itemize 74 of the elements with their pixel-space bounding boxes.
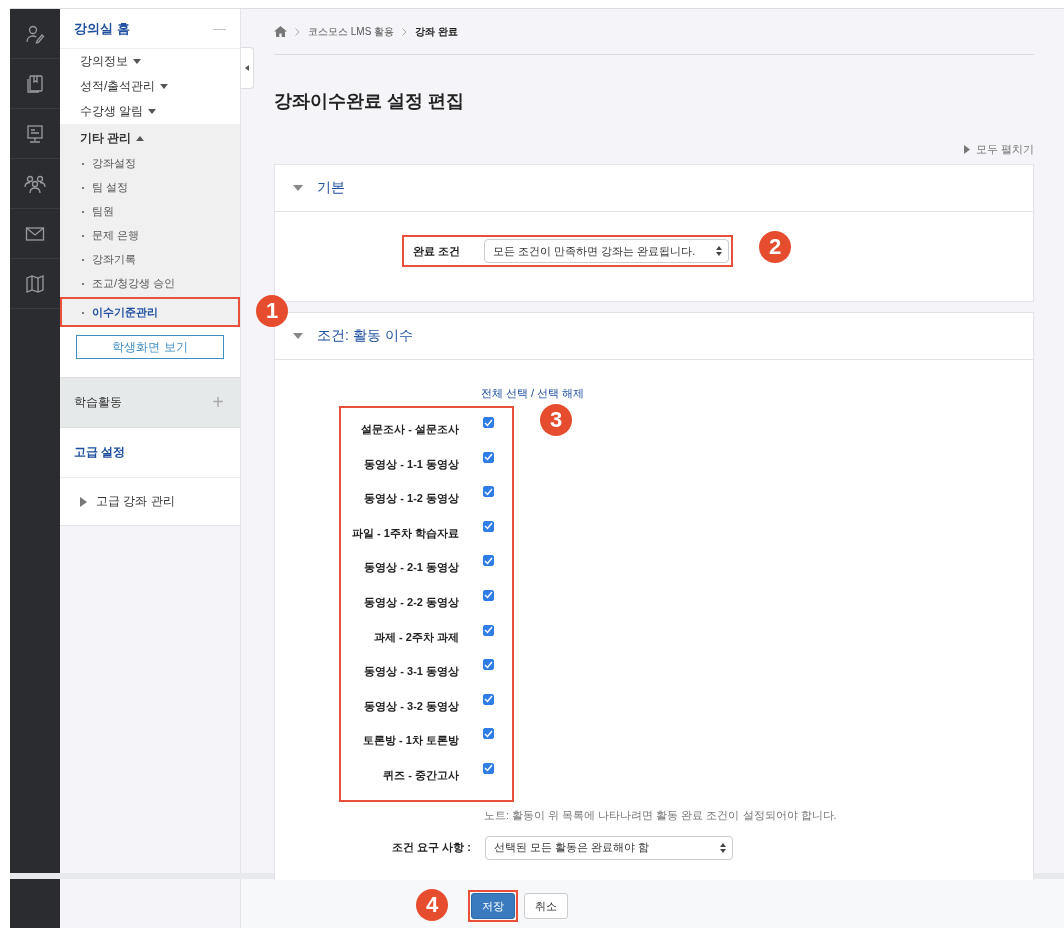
note-text: 노트: 활동이 위 목록에 나타나려면 활동 완료 조건이 설정되어야 합니다. — [483, 807, 838, 823]
activity-checkbox[interactable] — [483, 624, 494, 636]
cancel-button[interactable]: 취소 — [524, 893, 568, 919]
activity-checkbox[interactable] — [483, 589, 494, 601]
section-label[interactable]: 학습활동 — [74, 394, 122, 411]
menu-item[interactable]: 기타 관리 — [60, 124, 240, 151]
select-all-link[interactable]: 전체 선택 / 선택 해제 — [481, 387, 585, 399]
activity-checkbox[interactable] — [483, 693, 494, 705]
chevron-icon — [402, 27, 408, 36]
activity-label: 동영상 - 2-1 동영상 — [363, 560, 459, 576]
caret-icon — [293, 185, 303, 191]
activity-checkbox[interactable] — [483, 728, 494, 740]
field-label: 완료 조건 — [413, 243, 461, 259]
activity-label: 설문조사 - 설문조사 — [360, 422, 459, 437]
student-view-button[interactable]: 학생화면 보기 — [76, 335, 224, 359]
callout-number: 4 — [416, 889, 448, 921]
submenu-item[interactable]: 팀 설정 — [60, 175, 240, 199]
sidebar-title[interactable]: 강의실 홈 — [74, 19, 130, 38]
activity-label: 과제 - 2주차 과제 — [373, 629, 459, 645]
caret-icon — [133, 59, 141, 64]
activity-label: 토론방 - 1차 토론방 — [362, 733, 459, 749]
submenu-item[interactable]: 이수기준관리 — [62, 299, 238, 325]
activity-checkbox[interactable] — [483, 762, 494, 774]
activity-checkbox[interactable] — [483, 486, 494, 498]
activity-label: 동영상 - 2-2 동영상 — [363, 594, 459, 610]
book-icon[interactable] — [25, 73, 45, 94]
callout-number: 3 — [540, 404, 572, 436]
submenu-item[interactable]: 조교/청강생 승인 — [60, 271, 240, 295]
page-title: 강좌이수완료 설정 편집 — [274, 90, 465, 113]
activity-checkbox[interactable] — [483, 417, 494, 428]
submenu-item[interactable]: 팀원 — [60, 199, 240, 223]
callout-number: 2 — [759, 231, 792, 263]
presentation-icon[interactable] — [25, 123, 45, 144]
activity-checkbox[interactable] — [483, 659, 494, 671]
activity-label: 동영상 - 1-2 동영상 — [363, 491, 459, 507]
caret-icon — [136, 136, 145, 141]
submenu-item[interactable]: 강좌기록 — [60, 247, 240, 271]
home-icon[interactable] — [274, 26, 287, 37]
activity-checkbox[interactable] — [483, 555, 494, 567]
activity-label: 동영상 - 3-1 동영상 — [363, 664, 459, 680]
activity-label: 파일 - 1주차 학습자료 — [351, 525, 459, 541]
caret-icon — [160, 84, 169, 89]
caret-icon — [293, 333, 303, 339]
caret-icon — [963, 144, 970, 154]
select-arrows-icon — [716, 246, 723, 256]
menu-item[interactable]: 고급 강좌 관리 — [60, 478, 240, 526]
drawer-toggle[interactable] — [241, 47, 254, 89]
menu-item[interactable]: 성적/출석관리 — [60, 74, 240, 99]
menu-item[interactable]: 수강생 알림 — [60, 99, 240, 124]
submenu-item[interactable]: 강좌설정 — [60, 151, 240, 175]
completion-select[interactable]: 모든 조건이 만족하면 강좌는 완료됩니다. — [484, 239, 730, 263]
activity-label: 퀴즈 - 중간고사 — [382, 767, 459, 783]
activity-checkbox[interactable] — [483, 520, 494, 532]
field-label: 조건 요구 사항 : — [391, 840, 471, 856]
map-icon[interactable] — [25, 274, 45, 293]
mail-icon[interactable] — [25, 225, 45, 242]
select-arrows-icon — [720, 842, 726, 853]
activity-checkbox[interactable] — [483, 451, 494, 463]
activity-label: 동영상 - 3-2 동영상 — [363, 698, 459, 714]
menu-item[interactable]: 강의정보 — [60, 49, 240, 74]
group-icon[interactable] — [24, 173, 46, 194]
requirement-select[interactable]: 선택된 모든 활동은 완료해야 함 — [485, 835, 733, 860]
caret-icon — [148, 109, 157, 114]
user-edit-icon[interactable] — [25, 23, 45, 44]
section-title[interactable]: 고급 설정 — [74, 444, 126, 461]
submenu-item[interactable]: 문제 은행 — [60, 223, 240, 247]
save-button[interactable]: 저장 — [471, 893, 515, 919]
section-header[interactable]: 기본 — [275, 165, 1033, 212]
caret-icon — [80, 496, 87, 507]
activity-label: 동영상 - 1-1 동영상 — [363, 456, 459, 472]
expand-all-link[interactable]: 모두 펼치기 — [963, 141, 1034, 157]
breadcrumb-link[interactable]: 코스모스 LMS 활용 — [308, 24, 395, 39]
chevron-icon — [295, 27, 300, 36]
caret-icon — [245, 65, 249, 71]
